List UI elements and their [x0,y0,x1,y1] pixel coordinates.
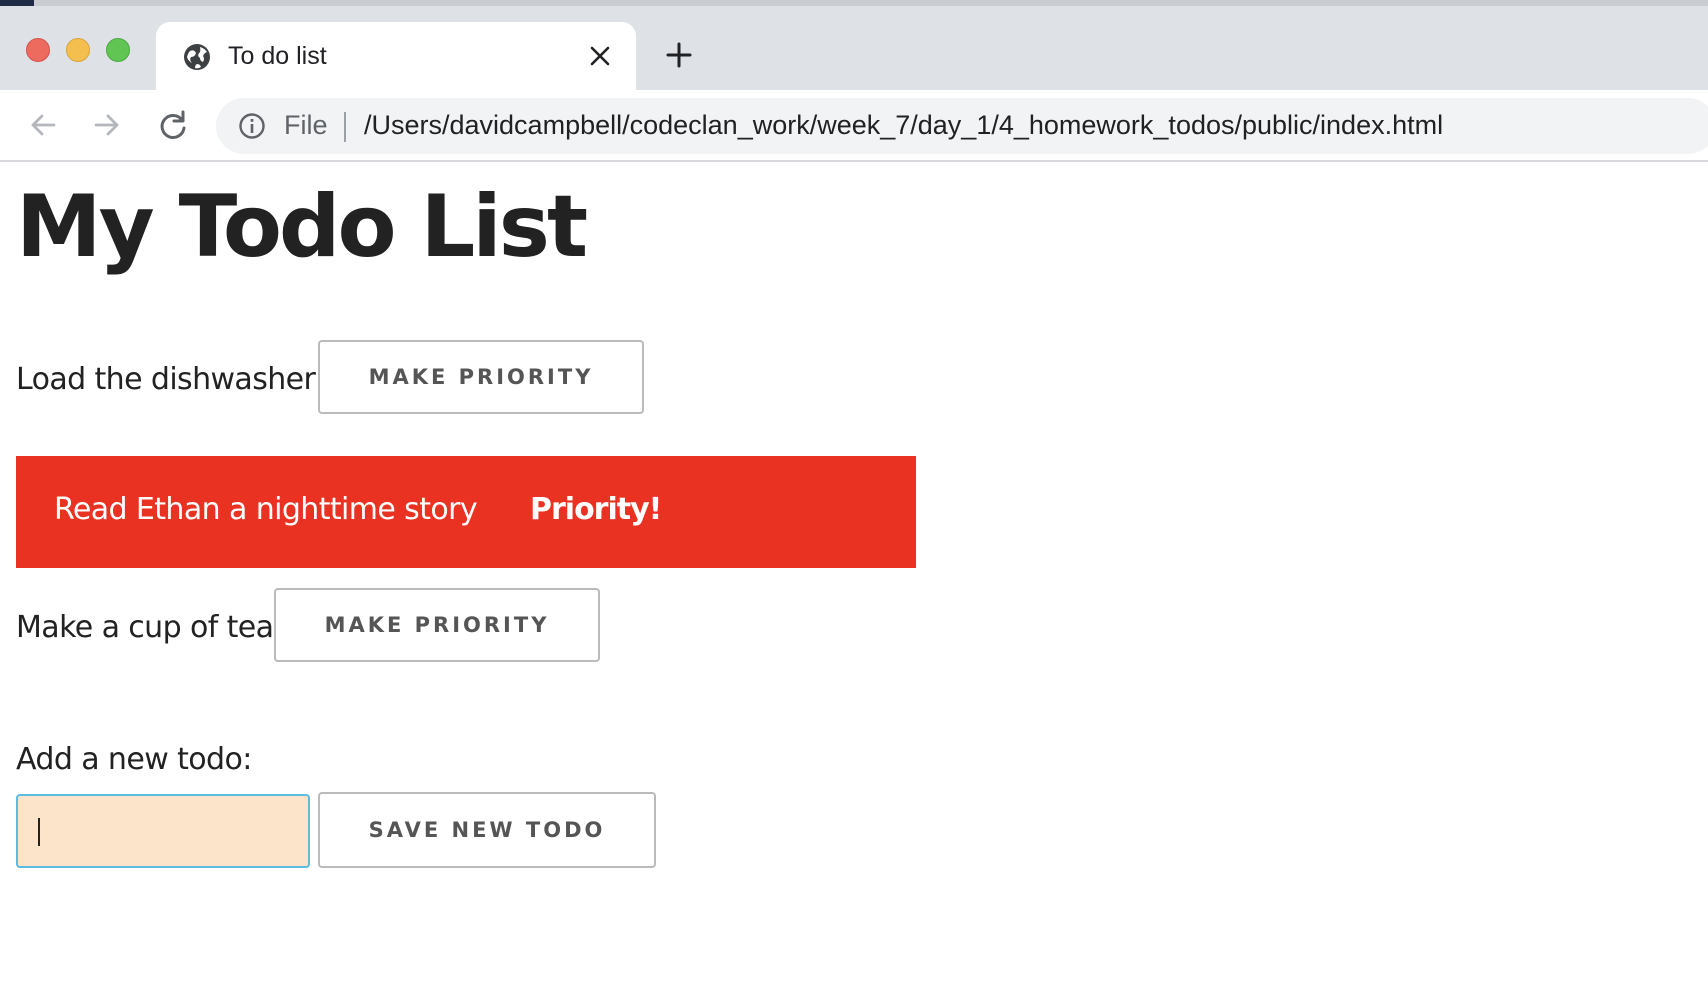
reload-icon[interactable] [156,108,190,142]
make-priority-button[interactable]: MAKE PRIORITY [274,588,600,662]
browser-tab[interactable]: To do list [156,22,636,90]
globe-icon [184,44,210,70]
todo-text: Load the dishwasher [16,362,316,397]
close-icon[interactable] [588,44,612,68]
todo-item-priority: Read Ethan a nighttime story Priority! [16,456,916,568]
window-minimize-button[interactable] [66,38,90,62]
window-top-edge [0,0,1708,6]
window-maximize-button[interactable] [106,38,130,62]
save-new-todo-button[interactable]: SAVE NEW TODO [318,792,656,868]
url-text[interactable]: /Users/davidcampbell/codeclan_work/week_… [364,110,1443,141]
page-title: My Todo List [16,177,588,277]
make-priority-button[interactable]: MAKE PRIORITY [318,340,644,414]
page-content: My Todo List Load the dishwasher MAKE PR… [0,164,1708,984]
todo-text: Read Ethan a nighttime story [54,492,478,527]
tab-title: To do list [228,42,327,70]
back-arrow-icon[interactable] [26,108,60,142]
address-bar[interactable]: File /Users/davidcampbell/codeclan_work/… [216,98,1708,154]
plus-icon[interactable] [664,40,694,70]
add-todo-label: Add a new todo: [16,742,252,777]
window-close-button[interactable] [26,38,50,62]
address-separator [344,112,346,142]
priority-badge: Priority! [530,492,662,527]
todo-text: Make a cup of tea [16,610,274,645]
new-todo-input[interactable] [16,794,310,868]
text-caret [38,818,40,846]
browser-tabstrip: To do list [0,0,1708,90]
info-icon[interactable] [238,112,266,140]
url-scheme-label: File [284,110,328,140]
forward-arrow-icon[interactable] [90,108,124,142]
browser-toolbar: File /Users/davidcampbell/codeclan_work/… [0,90,1708,162]
desktop-corner [0,0,34,6]
